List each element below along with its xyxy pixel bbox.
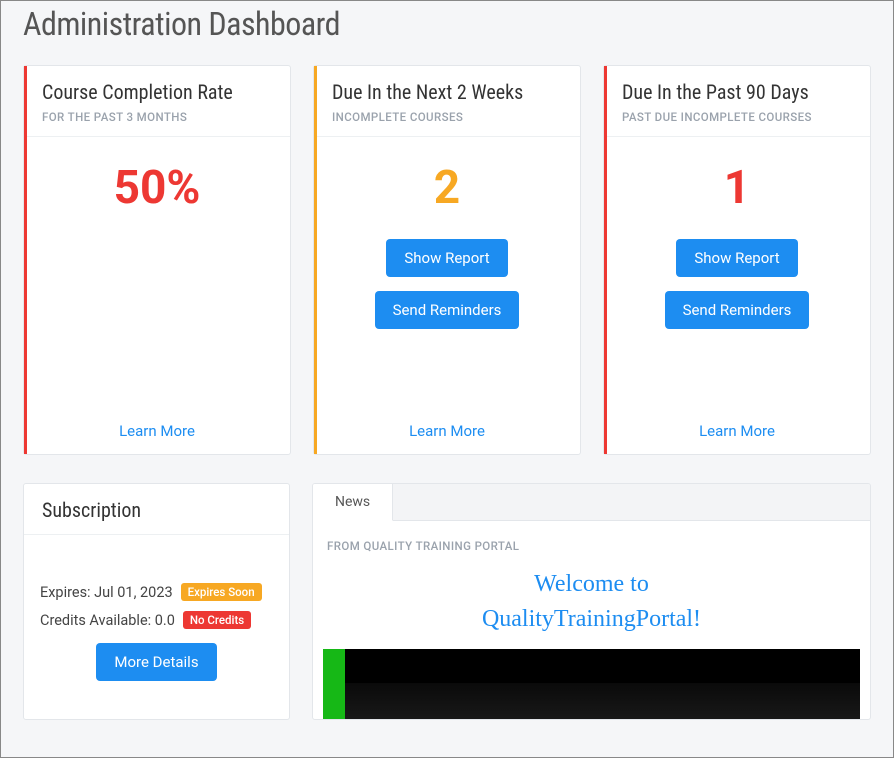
card-subtitle: PAST DUE INCOMPLETE COURSES: [622, 110, 852, 124]
learn-more-link[interactable]: Learn More: [604, 410, 870, 454]
due-2-weeks-value: 2: [434, 161, 460, 215]
subscription-name: [40, 549, 273, 571]
page-title: Administration Dashboard: [23, 5, 871, 43]
card-due-past-90-days: Due In the Past 90 Days PAST DUE INCOMPL…: [603, 65, 871, 455]
card-header: Due In the Past 90 Days PAST DUE INCOMPL…: [604, 66, 870, 137]
card-header: Due In the Next 2 Weeks INCOMPLETE COURS…: [314, 66, 580, 137]
welcome-line-2: QualityTrainingPortal!: [482, 606, 701, 632]
more-details-button[interactable]: More Details: [96, 643, 216, 681]
learn-more-link[interactable]: Learn More: [314, 410, 580, 454]
card-title: Course Completion Rate: [42, 80, 272, 104]
completion-rate-value: 50%: [114, 161, 201, 215]
subscription-card: Subscription Expires: Jul 01, 2023 Expir…: [23, 483, 290, 720]
credits-label: Credits Available: 0.0: [40, 612, 175, 629]
expires-line: Expires: Jul 01, 2023 Expires Soon: [40, 583, 273, 601]
welcome-line-1: Welcome to: [534, 571, 649, 597]
show-report-button[interactable]: Show Report: [676, 239, 797, 277]
news-from-label: FROM QUALITY TRAINING PORTAL: [313, 521, 870, 567]
card-accent: [604, 66, 607, 454]
bottom-row: Subscription Expires: Jul 01, 2023 Expir…: [23, 483, 871, 720]
card-title: Due In the Next 2 Weeks: [332, 80, 562, 104]
due-90-days-value: 1: [724, 161, 750, 215]
stat-cards-row: Course Completion Rate FOR THE PAST 3 MO…: [23, 65, 871, 455]
tab-news[interactable]: News: [313, 484, 393, 521]
card-header: Course Completion Rate FOR THE PAST 3 MO…: [24, 66, 290, 137]
card-title: Due In the Past 90 Days: [622, 80, 852, 104]
no-credits-badge: No Credits: [183, 611, 251, 629]
expires-soon-badge: Expires Soon: [181, 583, 262, 601]
learn-more-link[interactable]: Learn More: [24, 410, 290, 454]
card-subtitle: INCOMPLETE COURSES: [332, 110, 562, 124]
card-body: 2 Show Report Send Reminders: [314, 137, 580, 410]
credits-line: Credits Available: 0.0 No Credits: [40, 611, 273, 629]
send-reminders-button[interactable]: Send Reminders: [375, 291, 520, 329]
card-body: 50%: [24, 137, 290, 410]
card-accent: [24, 66, 27, 454]
video-embed[interactable]: [323, 649, 860, 719]
video-controls-bar: [345, 683, 860, 719]
expires-label: Expires: Jul 01, 2023: [40, 584, 173, 601]
card-accent: [314, 66, 317, 454]
show-report-button[interactable]: Show Report: [386, 239, 507, 277]
card-due-next-2-weeks: Due In the Next 2 Weeks INCOMPLETE COURS…: [313, 65, 581, 455]
subscription-header: Subscription: [24, 484, 289, 535]
subscription-body: Expires: Jul 01, 2023 Expires Soon Credi…: [24, 535, 289, 699]
subscription-title: Subscription: [42, 498, 271, 522]
video-sidebar-accent: [323, 649, 345, 719]
news-tabs: News: [313, 484, 870, 521]
card-completion-rate: Course Completion Rate FOR THE PAST 3 MO…: [23, 65, 291, 455]
card-subtitle: FOR THE PAST 3 MONTHS: [42, 110, 272, 124]
send-reminders-button[interactable]: Send Reminders: [665, 291, 810, 329]
card-body: 1 Show Report Send Reminders: [604, 137, 870, 410]
news-panel: News FROM QUALITY TRAINING PORTAL Welcom…: [312, 483, 871, 720]
welcome-heading: Welcome to QualityTrainingPortal!: [313, 567, 870, 637]
